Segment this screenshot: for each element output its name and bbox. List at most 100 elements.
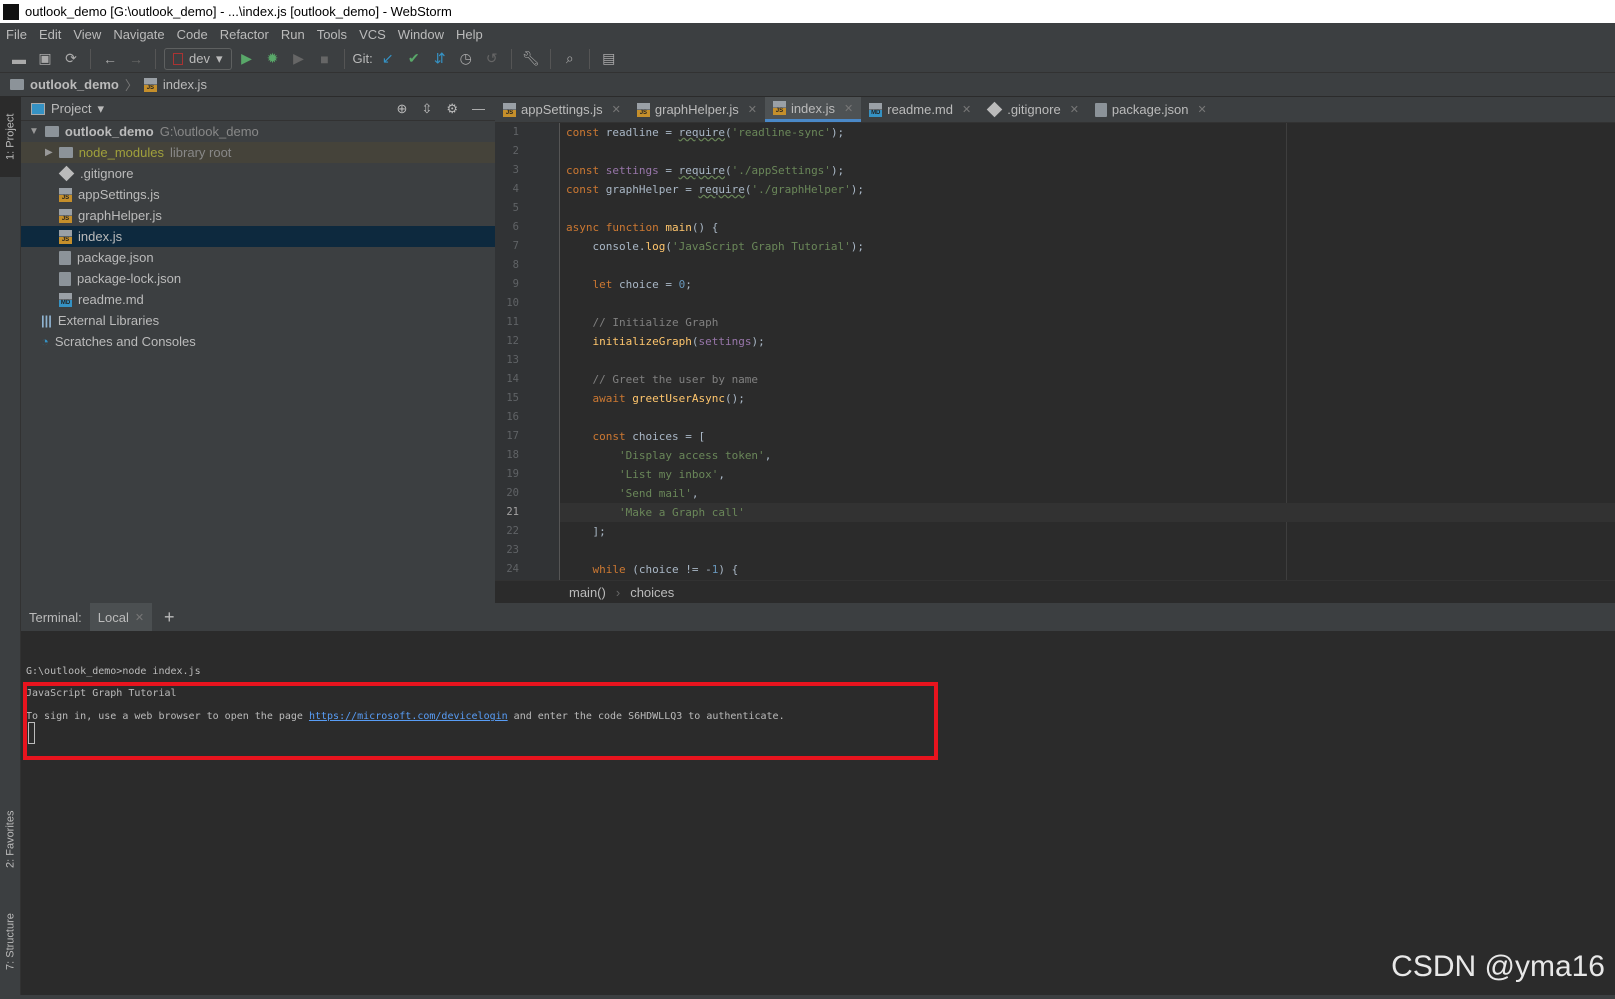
project-view-icon: [31, 102, 45, 115]
tree-item[interactable]: .gitignore: [21, 163, 495, 184]
collapse-all-icon[interactable]: ⇳: [421, 101, 432, 117]
json-file-icon: [59, 250, 71, 265]
tree-item[interactable]: ▼ outlook_demo G:\outlook_demo: [21, 121, 495, 142]
terminal-cursor: [28, 722, 35, 744]
menu-run[interactable]: Run: [275, 27, 311, 42]
tab-package-json[interactable]: package.json ✕: [1087, 97, 1215, 122]
project-tool-tab[interactable]: 1: Project: [0, 97, 21, 177]
structure-icon[interactable]: ▤: [598, 48, 620, 70]
tab-label: .gitignore: [1007, 102, 1061, 117]
back-icon[interactable]: ←: [99, 48, 121, 70]
close-icon[interactable]: ✕: [748, 103, 757, 116]
tree-item[interactable]: package-lock.json: [21, 268, 495, 289]
code-line: 'Send mail',: [618, 487, 699, 500]
git-commit-icon[interactable]: ✔: [403, 48, 425, 70]
tree-item[interactable]: graphHelper.js: [21, 205, 495, 226]
gitignore-icon: [986, 101, 1003, 118]
git-compare-icon[interactable]: ⇵: [429, 48, 451, 70]
project-view-title[interactable]: Project: [51, 101, 91, 116]
close-icon[interactable]: ✕: [1198, 103, 1207, 116]
tab-readme-md[interactable]: readme.md ✕: [861, 97, 979, 122]
breadcrumb-project[interactable]: outlook_demo: [30, 77, 119, 92]
menu-tools[interactable]: Tools: [311, 27, 353, 42]
line-number: 13: [506, 354, 519, 366]
menu-help[interactable]: Help: [450, 27, 489, 42]
code-line: while (choice != -1) {: [592, 563, 739, 576]
code-editor[interactable]: 1 2 3 4 5 6 7 8 9 10 11 12 13 14 15 16 17 18 19 20 21 22 23 24 …: [495, 123, 1615, 580]
close-icon[interactable]: ✕: [1070, 103, 1079, 116]
menu-file[interactable]: File: [0, 27, 33, 42]
git-update-icon[interactable]: ↙: [377, 48, 399, 70]
structure-tool-tab[interactable]: 7: Structure: [0, 897, 21, 987]
code-line: const choices = [: [592, 430, 706, 443]
tree-item[interactable]: readme.md: [21, 289, 495, 310]
expanded-arrow-icon[interactable]: ▼: [29, 126, 39, 137]
run-config-dropdown[interactable]: dev ▾: [164, 47, 232, 70]
tab-graphHelper-js[interactable]: graphHelper.js ✕: [629, 97, 765, 122]
code-line: ];: [566, 525, 606, 538]
code-line: let choice = 0;: [592, 278, 692, 291]
crumb-variable[interactable]: choices: [630, 585, 674, 600]
close-icon[interactable]: ✕: [135, 611, 144, 624]
hide-icon[interactable]: —: [472, 101, 485, 117]
tree-item[interactable]: ||| External Libraries: [21, 310, 495, 331]
breadcrumb-file[interactable]: index.js: [163, 77, 207, 92]
tab-appSettings-js[interactable]: appSettings.js ✕: [495, 97, 629, 122]
sync-icon[interactable]: ⟳: [60, 48, 82, 70]
gear-icon[interactable]: ⚙: [446, 101, 458, 117]
stop-icon[interactable]: ■: [314, 48, 336, 70]
close-icon[interactable]: ✕: [612, 103, 621, 116]
wrench-icon[interactable]: 🔧︎: [520, 48, 542, 70]
tab-gitignore[interactable]: .gitignore ✕: [979, 97, 1087, 122]
menu-navigate[interactable]: Navigate: [107, 27, 170, 42]
rollback-icon[interactable]: ↺: [481, 48, 503, 70]
close-icon[interactable]: ✕: [962, 103, 971, 116]
tab-label: index.js: [790, 100, 836, 116]
menu-vcs[interactable]: VCS: [353, 27, 392, 42]
debug-icon[interactable]: ✹: [262, 48, 284, 70]
coverage-icon[interactable]: ▶: [288, 48, 310, 70]
crumb-function[interactable]: main(): [569, 585, 606, 600]
tree-item-label: package.json: [77, 250, 154, 265]
close-icon[interactable]: ✕: [844, 102, 853, 115]
code-line: console.log('JavaScript Graph Tutorial')…: [566, 240, 865, 253]
terminal-tab-local[interactable]: Local ✕: [89, 603, 153, 631]
forward-icon[interactable]: →: [125, 48, 147, 70]
tree-item-label: node_modules: [78, 145, 164, 160]
line-number: 12: [506, 335, 519, 347]
js-file-icon: [59, 208, 72, 223]
search-icon[interactable]: ⌕: [559, 48, 581, 70]
config-icon: [173, 52, 183, 65]
js-file-icon: [59, 229, 72, 244]
tree-item-label: package-lock.json: [77, 271, 182, 286]
menu-view[interactable]: View: [67, 27, 107, 42]
tab-index-js[interactable]: index.js ✕: [764, 97, 862, 122]
chevron-down-icon[interactable]: ▾: [97, 101, 104, 117]
tree-item[interactable]: package.json: [21, 247, 495, 268]
code-line: const readline = require('readline-sync'…: [566, 126, 845, 139]
locate-icon[interactable]: ⊕: [397, 101, 408, 117]
js-file-icon: [636, 102, 650, 117]
menu-window[interactable]: Window: [392, 27, 450, 42]
divider: [90, 48, 91, 69]
save-icon[interactable]: ▣: [34, 48, 56, 70]
open-folder-icon[interactable]: ▬: [8, 48, 30, 70]
run-icon[interactable]: ▶: [236, 48, 258, 70]
code-line: 'Make a Graph call': [618, 506, 745, 519]
history-icon[interactable]: ◷: [455, 48, 477, 70]
favorites-tool-tab[interactable]: 2: Favorites: [0, 797, 21, 882]
collapsed-arrow-icon[interactable]: ▶: [45, 147, 53, 158]
tree-item[interactable]: appSettings.js: [21, 184, 495, 205]
editor-tabs: appSettings.js✕graphHelper.js✕index.js✕r…: [495, 97, 1615, 123]
divider: [155, 48, 156, 69]
line-number: 24: [506, 563, 519, 575]
tree-item[interactable]: index.js: [21, 226, 495, 247]
tree-item[interactable]: ◔ Scratches and Consoles: [21, 331, 495, 352]
line-number: 17: [506, 430, 519, 442]
tree-item[interactable]: ▶ node_modules library root: [21, 142, 495, 163]
menu-refactor[interactable]: Refactor: [214, 27, 275, 42]
menu-edit[interactable]: Edit: [33, 27, 67, 42]
new-terminal-button[interactable]: +: [152, 607, 187, 628]
line-number: 7: [512, 240, 519, 252]
menu-code[interactable]: Code: [171, 27, 214, 42]
